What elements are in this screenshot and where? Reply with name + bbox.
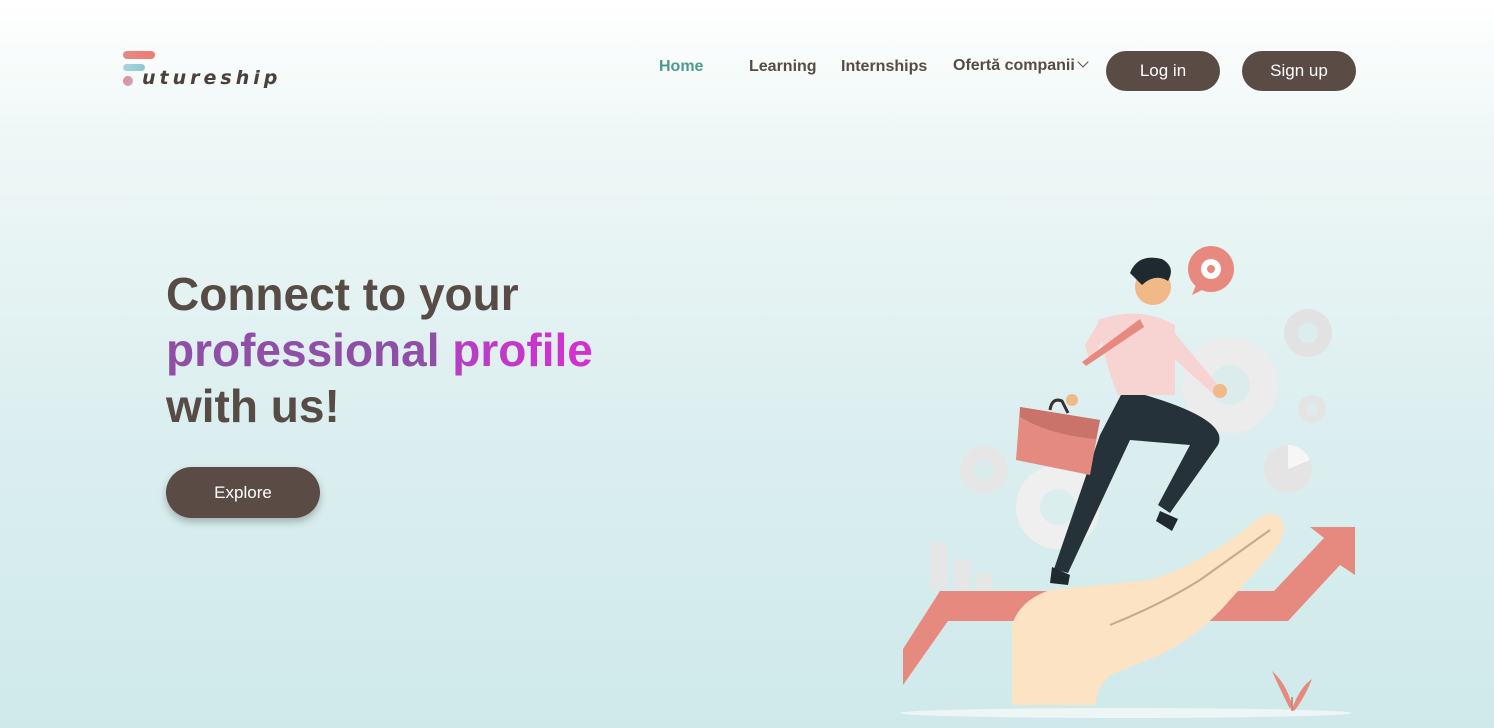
nav-learning[interactable]: Learning (749, 58, 817, 76)
gear-icon (1298, 395, 1326, 423)
hero-highlight-profile: profile (452, 324, 593, 376)
login-button[interactable]: Log in (1106, 51, 1220, 91)
nav-internships[interactable]: Internships (841, 58, 927, 76)
explore-button[interactable]: Explore (166, 467, 320, 518)
gear-icon (1284, 309, 1332, 357)
hero-line-1: Connect to your (166, 268, 519, 320)
hero-heading: Connect to your professional profile wit… (166, 266, 593, 434)
nav-oferta-companii-label: Ofertă companii (953, 57, 1075, 74)
signup-button[interactable]: Sign up (1242, 51, 1356, 91)
futureship-logo[interactable]: utureship (122, 50, 282, 92)
bar-chart-icon (931, 543, 992, 589)
hero-highlight-professional: professional (166, 324, 440, 376)
plant-icon (1272, 671, 1312, 711)
ground-shadow (900, 708, 1352, 718)
settings-bubble-icon (1188, 246, 1234, 295)
briefcase-icon (1016, 398, 1100, 475)
hero-illustration (900, 246, 1355, 718)
chevron-down-icon (1077, 56, 1089, 68)
pie-chart-icon (1264, 445, 1312, 493)
logo-wordmark: utureship (142, 67, 282, 89)
gear-icon (960, 446, 1008, 494)
logo-mark-dot (123, 76, 133, 86)
nav-oferta-companii[interactable]: Ofertă companii (953, 56, 1089, 75)
hero-line-3: with us! (166, 380, 340, 432)
logo-mark-bar-red (123, 51, 155, 59)
nav-home[interactable]: Home (659, 58, 703, 76)
